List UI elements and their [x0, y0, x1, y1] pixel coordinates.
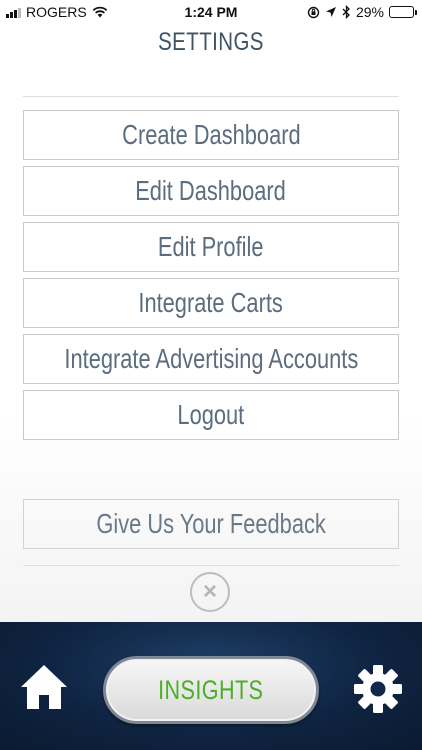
orientation-lock-icon: [307, 6, 320, 18]
top-divider: [23, 96, 399, 97]
battery-icon: [389, 6, 417, 18]
logout-button[interactable]: Logout: [23, 390, 399, 440]
edit-profile-label: Edit Profile: [158, 231, 264, 262]
close-icon: ×: [202, 578, 217, 605]
home-button[interactable]: [18, 662, 70, 712]
bottom-nav-bar: INSIGHTS: [0, 622, 422, 750]
integrate-carts-label: Integrate Carts: [138, 287, 284, 318]
integrate-carts-button[interactable]: Integrate Carts: [23, 278, 399, 328]
edit-profile-button[interactable]: Edit Profile: [23, 222, 399, 272]
close-button[interactable]: ×: [190, 572, 230, 612]
bluetooth-icon: [342, 5, 350, 19]
insights-button[interactable]: INSIGHTS: [103, 656, 319, 724]
edit-dashboard-label: Edit Dashboard: [135, 175, 287, 206]
create-dashboard-label: Create Dashboard: [121, 119, 301, 150]
page-title: SETTINGS: [158, 28, 264, 56]
insights-label: INSIGHTS: [158, 674, 264, 705]
feedback-label: Give Us Your Feedback: [96, 508, 326, 539]
settings-button[interactable]: [352, 663, 404, 715]
integrate-advertising-accounts-button[interactable]: Integrate Advertising Accounts: [23, 334, 399, 384]
battery-percent: 29%: [355, 4, 384, 20]
status-right: 29%: [307, 4, 417, 20]
gear-icon: [354, 665, 402, 713]
integrate-advertising-accounts-label: Integrate Advertising Accounts: [64, 343, 358, 374]
home-icon: [21, 665, 67, 709]
edit-dashboard-button[interactable]: Edit Dashboard: [23, 166, 399, 216]
logout-label: Logout: [177, 399, 245, 430]
create-dashboard-button[interactable]: Create Dashboard: [23, 110, 399, 160]
bottom-divider: [23, 565, 399, 566]
status-bar: ROGERS 1:24 PM 29%: [0, 0, 422, 24]
feedback-button[interactable]: Give Us Your Feedback: [23, 499, 399, 549]
location-icon: [325, 7, 336, 17]
